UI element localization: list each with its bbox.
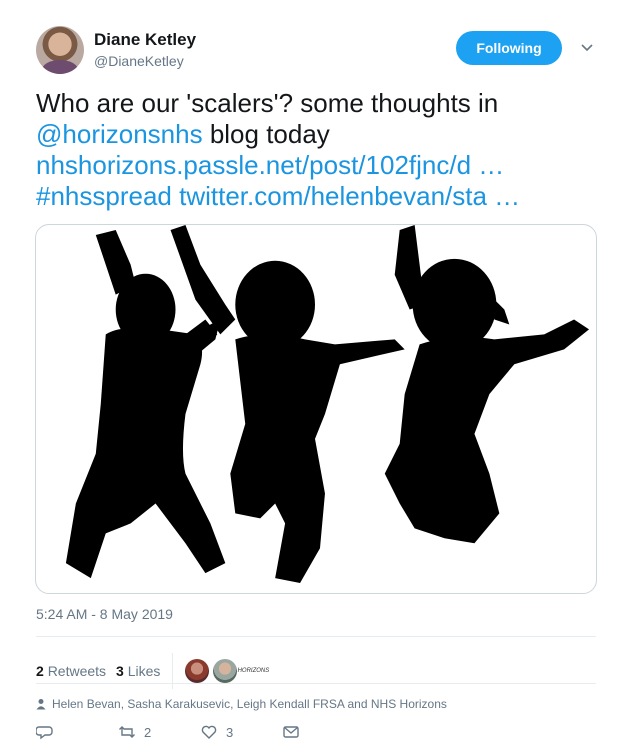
silhouette-right (384, 225, 590, 544)
author-avatar[interactable] (36, 26, 84, 74)
tweet-line-2-text: blog today (202, 119, 330, 149)
liker-avatar[interactable] (185, 659, 210, 683)
direct-message-button[interactable] (282, 723, 300, 741)
hashtag-link[interactable]: #nhsspread (36, 181, 172, 211)
reply-button[interactable] (36, 723, 118, 741)
retweeted-by: Helen Bevan, Sasha Karakusevic, Leigh Ke… (36, 697, 447, 711)
retweeted-by-text[interactable]: Helen Bevan, Sasha Karakusevic, Leigh Ke… (52, 697, 447, 711)
person-icon (36, 698, 46, 710)
like-count: 3 (226, 724, 234, 740)
divider-bottom (36, 683, 596, 684)
retweet-icon (119, 726, 135, 738)
action-bar: 2 3 (36, 723, 300, 741)
author-handle[interactable]: @DianeKetley (94, 53, 184, 69)
tweet-line-2: @horizonsnhs blog today (36, 119, 596, 150)
tweet-text: Who are our 'scalers'? some thoughts in … (36, 88, 596, 212)
like-button[interactable]: 3 (200, 723, 282, 741)
article-link[interactable]: nhshorizons.passle.net/post/102fjnc/d … (36, 150, 504, 180)
tweet-timestamp[interactable]: 5:24 AM - 8 May 2019 (36, 606, 173, 622)
liker-avatar-horizons[interactable]: HORIZONS (238, 659, 270, 683)
author-name[interactable]: Diane Ketley (94, 30, 196, 50)
likes-stat[interactable]: 3 Likes (116, 663, 160, 679)
heart-icon (201, 725, 217, 739)
divider-top (36, 636, 596, 637)
tweet-line-1: Who are our 'scalers'? some thoughts in (36, 88, 499, 118)
retweet-button[interactable]: 2 (118, 723, 200, 741)
mention-link[interactable]: @horizonsnhs (36, 119, 203, 149)
liker-avatars: HORIZONS (185, 659, 270, 683)
liker-avatar[interactable] (213, 659, 238, 683)
quoted-tweet-link[interactable]: twitter.com/helenbevan/sta … (179, 181, 520, 211)
chevron-down-icon[interactable] (580, 40, 594, 54)
message-icon (283, 726, 299, 738)
likes-label: Likes (127, 663, 161, 679)
retweets-count: 2 (36, 663, 44, 679)
retweet-count: 2 (144, 724, 152, 740)
reply-icon (36, 726, 53, 740)
retweets-label: Retweets (47, 663, 107, 679)
likes-count: 3 (116, 663, 124, 679)
tweet-image[interactable] (35, 224, 597, 594)
following-button[interactable]: Following (456, 31, 562, 65)
retweets-stat[interactable]: 2 Retweets (36, 663, 106, 679)
